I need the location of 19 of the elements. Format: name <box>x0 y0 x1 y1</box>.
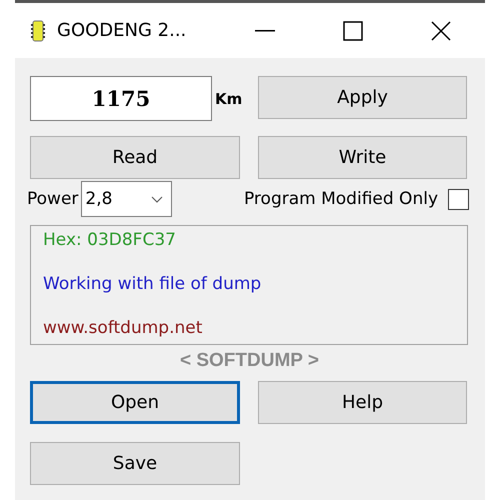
apply-button[interactable]: Apply <box>258 76 467 119</box>
power-label: Power <box>27 189 78 209</box>
power-dropdown[interactable]: 2,8 <box>81 181 172 217</box>
log-line: Hex: 03D8FC37 <box>43 230 177 250</box>
distance-field[interactable]: 1175 <box>30 76 212 121</box>
read-button[interactable]: Read <box>30 136 240 179</box>
chip-icon <box>31 20 45 42</box>
log-line: www.softdump.net <box>43 318 204 338</box>
write-button[interactable]: Write <box>258 136 467 179</box>
log-line: Working with file of dump <box>43 274 262 294</box>
chevron-icon <box>151 196 164 202</box>
unit-label: Km <box>215 90 242 108</box>
open-button[interactable]: Open <box>30 381 240 424</box>
save-button[interactable]: Save <box>30 442 240 485</box>
checkbox-label: Program Modified Only <box>244 189 438 209</box>
checkbox[interactable] <box>448 188 469 210</box>
help-button[interactable]: Help <box>258 381 467 424</box>
brand-label: < SOFTDUMP > <box>180 350 319 372</box>
window-title: GOODENG 2... <box>57 20 188 41</box>
